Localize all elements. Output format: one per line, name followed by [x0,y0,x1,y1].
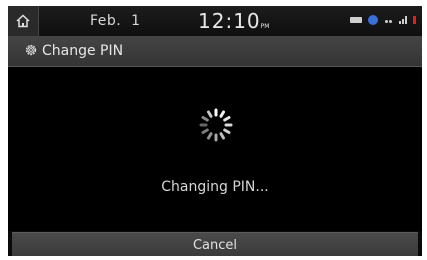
cancel-button[interactable]: Cancel [12,232,418,256]
status-bar: Feb. 1 12:10PM [8,6,422,36]
status-message: Changing PIN... [161,179,269,195]
page-title: Change PIN [42,43,124,59]
loading-spinner-icon [199,108,233,142]
clock-time: 12:10 [198,9,261,33]
clock-ampm: PM [260,23,270,30]
battery-icon [350,17,362,23]
device-frame: Feb. 1 12:10PM Change PIN Changing PIN..… [0,0,427,260]
status-icons [344,15,416,25]
connectivity-dots-icon [384,18,392,23]
status-date: Feb. 1 [90,13,141,29]
home-icon [16,14,30,28]
gear-icon [25,44,37,56]
status-clock: 12:10PM [198,9,269,33]
home-button[interactable] [8,6,39,36]
title-bar: Change PIN [8,36,422,67]
signal-icon [398,16,407,24]
alert-icon [413,16,416,24]
main-content: Changing PIN... [8,67,422,231]
display-screen: Feb. 1 12:10PM Change PIN Changing PIN..… [8,6,422,256]
bluetooth-icon [368,15,378,25]
